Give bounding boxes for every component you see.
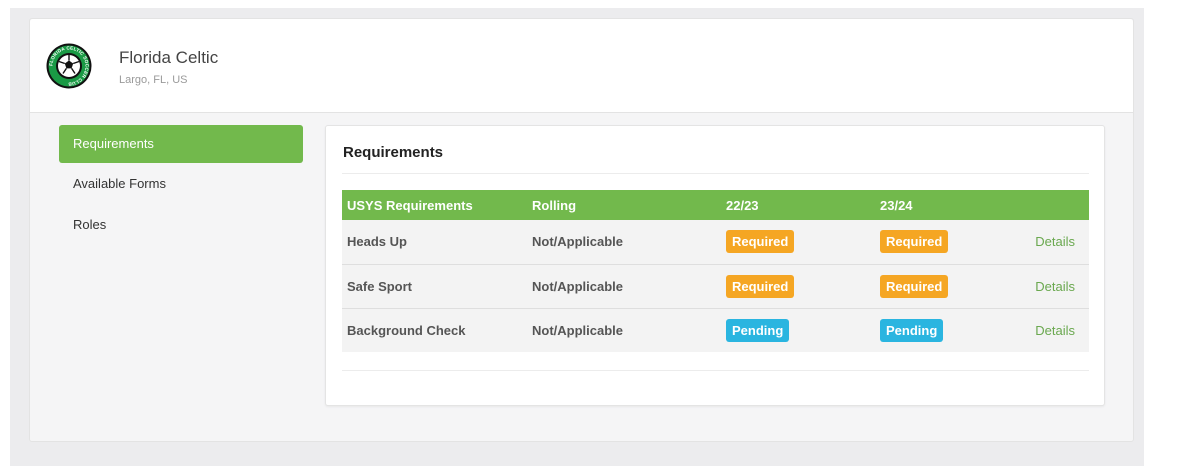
season-2223-cell: Required xyxy=(726,263,880,308)
table-row: Heads Up Not/Applicable Required Require… xyxy=(342,220,1089,264)
column-header-2324: 23/24 xyxy=(880,190,1015,220)
panel-title: Requirements xyxy=(343,144,444,161)
status-badge: Required xyxy=(726,230,795,254)
season-2324-cell: Pending xyxy=(880,307,1015,352)
table-row: Safe Sport Not/Applicable Required Requi… xyxy=(342,263,1089,308)
status-badge: Pending xyxy=(880,318,944,342)
table-row: Background Check Not/Applicable Pending … xyxy=(342,307,1089,352)
season-2324-cell: Required xyxy=(880,263,1015,308)
status-badge: Required xyxy=(880,274,949,298)
requirement-name: Heads Up xyxy=(342,220,532,264)
season-2223-cell: Required xyxy=(726,220,880,264)
club-card: FLORIDA CELTIC SOCCER CLUB Florida Celti… xyxy=(29,18,1134,442)
season-2223-cell: Pending xyxy=(726,307,880,352)
club-location: Largo, FL, US xyxy=(119,74,188,86)
column-header-actions xyxy=(1015,190,1089,220)
requirement-name: Background Check xyxy=(342,307,532,352)
title-divider xyxy=(342,173,1089,174)
requirements-panel: Requirements USYS Requirements Rolling 2… xyxy=(325,125,1105,406)
club-logo: FLORIDA CELTIC SOCCER CLUB xyxy=(46,43,92,89)
requirements-table: USYS Requirements Rolling 22/23 23/24 He… xyxy=(342,190,1089,352)
rolling-status: Not/Applicable xyxy=(532,307,726,352)
column-header-usys: USYS Requirements xyxy=(342,190,532,220)
status-badge: Required xyxy=(726,274,795,298)
details-link[interactable]: Details xyxy=(1035,323,1075,338)
table-header-row: USYS Requirements Rolling 22/23 23/24 xyxy=(342,190,1089,220)
details-link[interactable]: Details xyxy=(1035,279,1075,294)
rolling-status: Not/Applicable xyxy=(532,220,726,264)
details-cell: Details xyxy=(1015,220,1089,264)
panel-footer-divider xyxy=(342,370,1089,371)
column-header-rolling: Rolling xyxy=(532,190,726,220)
club-header: FLORIDA CELTIC SOCCER CLUB Florida Celti… xyxy=(30,19,1133,113)
sidebar-item-requirements[interactable]: Requirements xyxy=(59,125,303,163)
sidebar-item-roles[interactable]: Roles xyxy=(59,206,303,244)
requirement-name: Safe Sport xyxy=(342,263,532,308)
sidebar-item-available-forms[interactable]: Available Forms xyxy=(59,165,303,203)
details-cell: Details xyxy=(1015,263,1089,308)
rolling-status: Not/Applicable xyxy=(532,263,726,308)
details-cell: Details xyxy=(1015,307,1089,352)
status-badge: Pending xyxy=(726,318,790,342)
status-badge: Required xyxy=(880,230,949,254)
club-name: Florida Celtic xyxy=(119,48,219,67)
season-2324-cell: Required xyxy=(880,220,1015,264)
details-link[interactable]: Details xyxy=(1035,234,1075,249)
column-header-2223: 22/23 xyxy=(726,190,880,220)
